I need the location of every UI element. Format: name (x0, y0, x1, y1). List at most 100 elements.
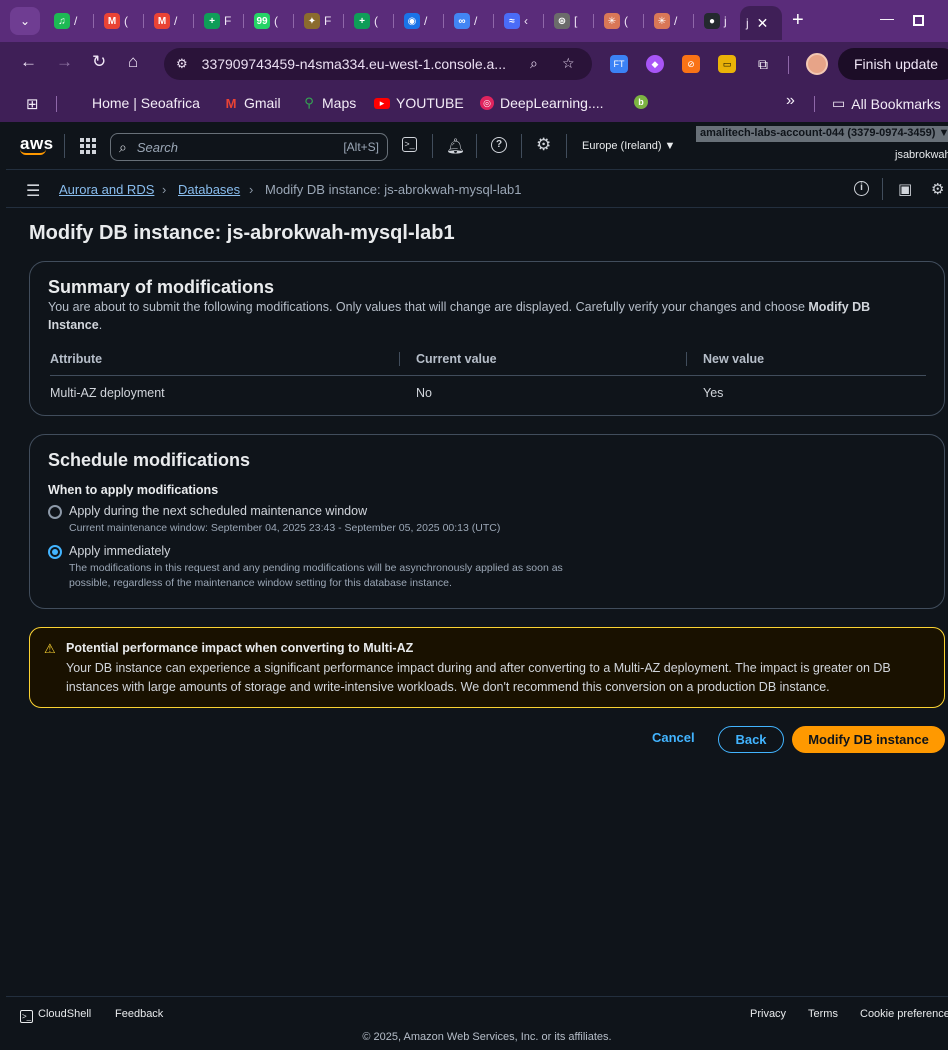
breadcrumb-bar: ☰ Aurora and RDS › Databases › Modify DB… (6, 170, 948, 208)
option-immediately-label[interactable]: Apply immediately (69, 544, 170, 558)
tab-label: ( (374, 14, 378, 28)
browser-tab[interactable]: M / (146, 9, 190, 33)
browser-tab[interactable]: ● j (696, 9, 740, 33)
browser-tab[interactable]: ≈ ‹ (496, 9, 540, 33)
bookmark-maps[interactable]: ⚲ Maps (302, 95, 356, 111)
browser-tab[interactable]: + F (196, 9, 240, 33)
cloudshell-icon[interactable]: >_ (402, 137, 417, 152)
zoom-icon[interactable]: ⌕ (530, 55, 538, 72)
browser-tab[interactable]: +( (346, 9, 390, 33)
summary-desc-text: You are about to submit the following mo… (48, 300, 809, 314)
cancel-button[interactable]: Cancel (652, 730, 695, 745)
gmail-icon: M (225, 95, 237, 111)
notifications-bell-icon[interactable]: 🔔︎ (446, 137, 465, 155)
tab-divider (643, 14, 644, 28)
extension-icon[interactable]: ⊘ (682, 55, 700, 73)
bookmark-extra[interactable]: b (634, 95, 648, 109)
reload-icon[interactable]: ↻ (92, 52, 106, 72)
site-settings-icon[interactable]: ⚙ (176, 56, 188, 72)
extension-icon[interactable]: ◆ (646, 55, 664, 73)
when-to-apply-label: When to apply modifications (48, 483, 219, 497)
settings-icon[interactable]: ⚙ (931, 180, 944, 198)
tab-active[interactable]: j ✕ (740, 6, 782, 40)
claude-icon: ✳ (604, 13, 620, 29)
cloudshell-link[interactable]: >_ CloudShell (20, 1008, 91, 1023)
account-menu[interactable]: amalitech-labs-account-044 (3379-0974-34… (696, 126, 948, 142)
feedback-link[interactable]: Feedback (115, 1008, 163, 1020)
console-search-input[interactable]: ⌕ Search [Alt+S] (110, 133, 388, 161)
bookmark-gmail[interactable]: M Gmail (224, 95, 281, 111)
radio-maintenance-window[interactable] (48, 505, 62, 519)
breadcrumb-aurora-rds[interactable]: Aurora and RDS (59, 182, 154, 197)
maximize-icon[interactable] (913, 15, 924, 26)
alert-body: Your DB instance can experience a signif… (66, 661, 891, 694)
extension-icon[interactable]: ▭ (718, 55, 736, 73)
services-grid-icon[interactable] (80, 138, 96, 154)
menu-hamburger-icon[interactable]: ☰ (26, 181, 40, 201)
screen-share-icon[interactable]: ▣ (898, 180, 912, 198)
browser-tab-strip: ⌄ ♫ / M(M / + F 99(✦ F +(◉ / ∞ / ≈ ‹ ⊛[✳(✳ / ● j j ✕ + — (0, 0, 948, 42)
apps-grid-icon[interactable]: ⊞ (26, 95, 39, 113)
aws-logo-text: aws (20, 134, 54, 153)
gmail-icon: M (104, 13, 120, 29)
browser-tab[interactable]: ∞ / (446, 9, 490, 33)
aws-logo[interactable]: aws (20, 134, 54, 155)
bookmark-star-icon[interactable]: ☆ (562, 55, 575, 72)
browser-tab[interactable]: ✳( (596, 9, 640, 33)
browser-tab[interactable]: ⊛[ (546, 9, 590, 33)
cloudshell-icon: >_ (20, 1010, 33, 1023)
search-placeholder: Search (136, 139, 179, 155)
address-bar[interactable]: ⚙ 337909743459-n4sma334.eu-west-1.consol… (164, 48, 592, 80)
browser-tab[interactable]: ◉ / (396, 9, 440, 33)
breadcrumb-databases[interactable]: Databases (178, 182, 240, 197)
info-icon[interactable]: i (854, 181, 869, 196)
extensions-puzzle-icon[interactable]: ⧉ (754, 55, 772, 73)
tab-divider (593, 14, 594, 28)
summary-desc-bold: Instance (48, 318, 99, 332)
warning-alert: ⚠ Potential performance impact when conv… (29, 627, 945, 708)
home-icon[interactable]: ⌂ (128, 52, 138, 72)
privacy-link[interactable]: Privacy (750, 1008, 786, 1020)
browser-tab[interactable]: ♫ / (46, 9, 90, 33)
search-shortcut: [Alt+S] (343, 140, 379, 154)
folder-icon: ▭ (832, 95, 846, 111)
settings-gear-icon[interactable]: ⚙ (536, 135, 551, 155)
summary-title: Summary of modifications (48, 277, 275, 297)
tab-search-button[interactable]: ⌄ (10, 7, 40, 35)
tab-label: j (746, 16, 749, 30)
tab-divider (293, 14, 294, 28)
aws-top-nav: aws ⌕ Search [Alt+S] >_ 🔔︎ ? ⚙ Europe (I… (6, 122, 948, 170)
more-bookmarks-button[interactable]: » (786, 92, 795, 110)
cookie-preferences-link[interactable]: Cookie preferences (860, 1008, 948, 1020)
finish-update-button[interactable]: Finish update (838, 48, 948, 80)
profile-avatar[interactable] (806, 53, 828, 75)
radio-apply-immediately[interactable] (48, 545, 62, 559)
modify-db-instance-button[interactable]: Modify DB instance (792, 726, 945, 753)
cell-current-value: No (416, 386, 432, 400)
summary-panel: Summary of modifications You are about t… (29, 261, 945, 416)
divider (882, 178, 883, 200)
back-button[interactable]: Back (718, 726, 784, 753)
new-tab-button[interactable]: + (792, 9, 804, 32)
browser-tab[interactable]: M( (96, 9, 140, 33)
bookmark-home-seoafrica[interactable]: Home | Seoafrica (92, 95, 200, 111)
option-maintenance-label[interactable]: Apply during the next scheduled maintena… (69, 504, 367, 518)
browser-tab[interactable]: 99 ( (246, 9, 290, 33)
back-arrow-icon[interactable]: ← (20, 52, 37, 72)
close-icon[interactable]: ✕ (757, 15, 769, 32)
username[interactable]: jsabrokwah (895, 149, 948, 161)
tab-label: / (474, 14, 478, 28)
region-selector[interactable]: Europe (Ireland) ▼ (582, 140, 675, 152)
url-text: 337909743459-n4sma334.eu-west-1.console.… (201, 56, 506, 72)
minimize-icon[interactable]: — (880, 10, 894, 26)
terms-link[interactable]: Terms (808, 1008, 838, 1020)
browser-tab[interactable]: ✦ F (296, 9, 340, 33)
help-icon[interactable]: ? (491, 137, 507, 153)
all-bookmarks-button[interactable]: ▭ All Bookmarks (832, 95, 941, 112)
bookmark-youtube[interactable]: ▸ YOUTUBE (374, 95, 464, 111)
bookmark-deeplearning[interactable]: ◎ DeepLearning.... (480, 95, 604, 111)
forward-arrow-icon[interactable]: → (56, 52, 73, 72)
cell-new-value: Yes (703, 386, 724, 400)
browser-tab[interactable]: ✳ / (646, 9, 690, 33)
extension-icon[interactable]: FT (610, 55, 628, 73)
